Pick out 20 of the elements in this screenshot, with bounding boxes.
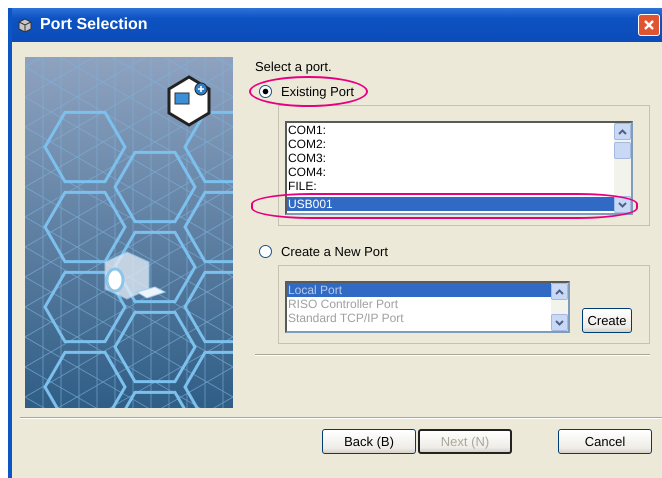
prompt-text: Select a port. xyxy=(255,59,333,74)
close-button[interactable] xyxy=(638,14,660,36)
port-list-item[interactable]: COM3: xyxy=(287,151,614,165)
wizard-button[interactable]: Cancel xyxy=(558,429,652,454)
radio-label[interactable]: Existing Port xyxy=(281,84,354,99)
window-title: Port Selection xyxy=(40,16,149,34)
port-list-item[interactable]: USB001 xyxy=(287,197,614,211)
scrollbar-thumb[interactable] xyxy=(614,142,631,159)
radio-button[interactable] xyxy=(259,85,272,98)
wizard-button[interactable]: Back (B) xyxy=(322,429,416,454)
create-button[interactable]: Create xyxy=(582,308,632,333)
port-list-item[interactable]: COM2: xyxy=(287,137,614,151)
port-list[interactable]: COM1: COM2: COM3: COM4: FILE: USB001 xyxy=(285,121,633,215)
radio-button[interactable] xyxy=(259,245,272,258)
port-list-item[interactable]: COM1: xyxy=(287,123,614,137)
port-list-item[interactable]: COM4: xyxy=(287,165,614,179)
radio-label[interactable]: Create a New Port xyxy=(281,244,388,259)
port-list-item[interactable]: FILE: xyxy=(287,179,614,193)
scrollbar[interactable] xyxy=(614,123,631,213)
close-icon xyxy=(643,19,655,31)
